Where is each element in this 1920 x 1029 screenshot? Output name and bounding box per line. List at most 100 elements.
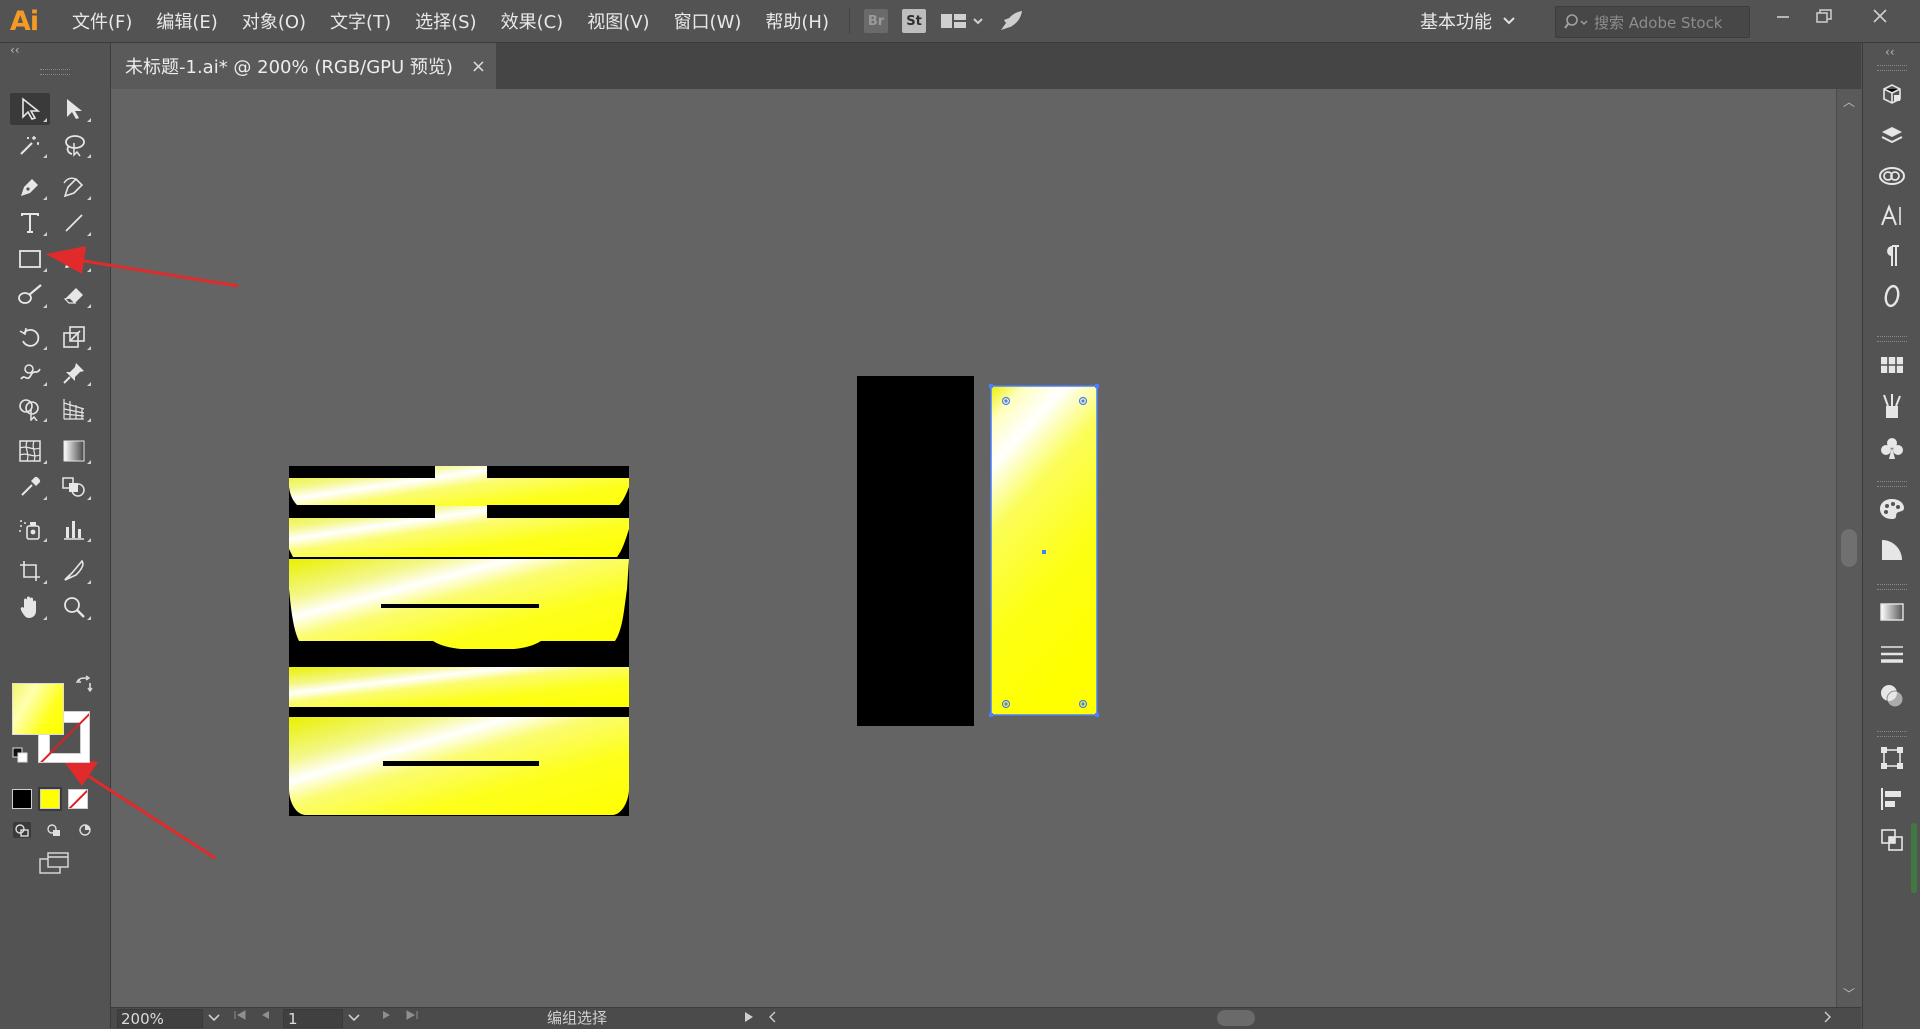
scroll-left-button[interactable]	[767, 1010, 777, 1028]
last-artboard-button[interactable]	[405, 1008, 419, 1026]
transform-panel-button[interactable]	[1877, 743, 1907, 773]
zoom-field[interactable]: 200%	[117, 1009, 203, 1028]
warp-tool[interactable]	[10, 357, 50, 389]
draw-behind-button[interactable]	[44, 821, 64, 843]
artboard-number-field[interactable]: 1	[283, 1009, 343, 1028]
libraries-panel-button[interactable]	[1877, 161, 1907, 191]
first-artboard-button[interactable]	[233, 1008, 247, 1026]
menu-file[interactable]: 文件(F)	[60, 0, 144, 42]
menu-select[interactable]: 选择(S)	[403, 0, 488, 42]
panel-grip[interactable]	[1877, 336, 1907, 342]
transparency-panel-button[interactable]	[1877, 681, 1907, 711]
scale-tool[interactable]	[54, 321, 94, 353]
zoom-dropdown[interactable]	[203, 1008, 225, 1028]
fill-swatch[interactable]	[12, 683, 64, 735]
properties-panel-button[interactable]	[1877, 79, 1907, 109]
panel-grip[interactable]	[40, 69, 70, 75]
opentype-panel-button[interactable]	[1877, 281, 1907, 311]
collapse-panel-button[interactable]: ‹‹	[0, 43, 110, 59]
vertical-scroll-thumb[interactable]	[1841, 529, 1857, 567]
vertical-scrollbar[interactable]: ︿ ﹀	[1836, 89, 1862, 1007]
symbol-sprayer-tool[interactable]	[10, 513, 50, 545]
menu-effect[interactable]: 效果(C)	[489, 0, 576, 42]
align-panel-button[interactable]	[1877, 784, 1907, 814]
pathfinder-panel-button[interactable]	[1877, 825, 1907, 855]
close-tab-icon[interactable]: ×	[471, 56, 486, 77]
paragraph-panel-button[interactable]	[1877, 241, 1907, 271]
eyedropper-tool[interactable]	[10, 471, 50, 503]
layers-panel-button[interactable]	[1877, 120, 1907, 150]
previous-artboard-button[interactable]	[259, 1008, 271, 1026]
artboard-dropdown[interactable]	[343, 1008, 365, 1028]
menu-object[interactable]: 对象(O)	[230, 0, 318, 42]
gpu-performance-button[interactable]	[998, 0, 1024, 42]
column-graph-tool[interactable]	[54, 513, 94, 545]
brushes-panel-button[interactable]	[1877, 391, 1907, 421]
expand-panels-button[interactable]: ‹‹	[1885, 45, 1895, 59]
screen-mode-button[interactable]	[38, 851, 72, 879]
panel-resize-handle[interactable]	[1911, 823, 1917, 893]
direct-selection-tool[interactable]	[54, 93, 94, 125]
status-menu-button[interactable]	[743, 1010, 755, 1028]
pen-tool[interactable]	[10, 171, 50, 203]
gradient-tool[interactable]	[54, 435, 94, 467]
stroke-panel-button[interactable]	[1877, 639, 1907, 669]
menu-type[interactable]: 文字(T)	[318, 0, 403, 42]
scroll-down-icon[interactable]: ﹀	[1843, 985, 1855, 1002]
draw-inside-button[interactable]	[76, 821, 96, 843]
perspective-grid-tool[interactable]	[54, 393, 94, 425]
workspace-switcher[interactable]: 基本功能	[1420, 0, 1516, 42]
mesh-tool[interactable]	[10, 435, 50, 467]
black-rectangle[interactable]	[857, 376, 974, 726]
restore-button[interactable]	[1806, 0, 1842, 32]
menu-view[interactable]: 视图(V)	[575, 0, 661, 42]
panel-grip[interactable]	[1877, 481, 1907, 487]
artboard-tool[interactable]	[10, 555, 50, 587]
eraser-tool[interactable]	[54, 279, 94, 311]
blob-brush-tool[interactable]	[10, 279, 50, 311]
color-panel-button[interactable]	[1877, 494, 1907, 524]
character-panel-button[interactable]	[1877, 201, 1907, 231]
menu-help[interactable]: 帮助(H)	[753, 0, 841, 42]
rotate-tool[interactable]	[10, 321, 50, 353]
swatches-panel-button[interactable]	[1877, 350, 1907, 380]
next-artboard-button[interactable]	[381, 1008, 393, 1026]
paintbrush-tool[interactable]	[54, 243, 94, 275]
hand-tool[interactable]	[10, 591, 50, 623]
close-window-button[interactable]	[1862, 0, 1898, 32]
scroll-up-icon[interactable]: ︿	[1843, 93, 1855, 110]
line-segment-tool[interactable]	[54, 207, 94, 239]
xi-glyph-artwork[interactable]	[289, 466, 629, 816]
shape-builder-tool[interactable]	[10, 393, 50, 425]
panel-grip[interactable]	[1877, 65, 1907, 71]
stock-button[interactable]: St	[902, 0, 926, 42]
swap-fill-stroke-button[interactable]	[75, 675, 94, 697]
rectangle-tool[interactable]	[10, 243, 50, 275]
default-colors-button[interactable]	[12, 747, 28, 767]
puppet-warp-tool[interactable]	[54, 357, 94, 389]
curvature-tool[interactable]	[54, 171, 94, 203]
selection-tool[interactable]	[10, 93, 50, 125]
color-guide-panel-button[interactable]	[1877, 535, 1907, 565]
document-tab[interactable]: 未标题-1.ai* @ 200% (RGB/GPU 预览) ×	[111, 43, 496, 89]
slice-tool[interactable]	[54, 555, 94, 587]
selected-gradient-rectangle[interactable]	[989, 384, 1099, 717]
menu-edit[interactable]: 编辑(E)	[144, 0, 229, 42]
type-tool[interactable]	[10, 207, 50, 239]
magic-wand-tool[interactable]	[10, 129, 50, 161]
horizontal-scroll-thumb[interactable]	[1217, 1010, 1255, 1026]
none-mode-button[interactable]	[68, 789, 88, 809]
scroll-right-button[interactable]	[1823, 1010, 1833, 1028]
blend-tool[interactable]	[54, 471, 94, 503]
arrange-documents-button[interactable]	[940, 0, 984, 42]
canvas[interactable]	[111, 89, 1836, 1007]
panel-grip[interactable]	[1877, 731, 1907, 737]
draw-normal-button[interactable]	[12, 821, 32, 843]
gradient-panel-button[interactable]	[1877, 597, 1907, 627]
zoom-tool[interactable]	[54, 591, 94, 623]
menu-window[interactable]: 窗口(W)	[662, 0, 754, 42]
symbols-panel-button[interactable]	[1877, 433, 1907, 463]
minimize-button[interactable]	[1765, 0, 1801, 32]
lasso-tool[interactable]	[54, 129, 94, 161]
stock-search-input[interactable]: 搜索 Adobe Stock	[1555, 6, 1750, 38]
